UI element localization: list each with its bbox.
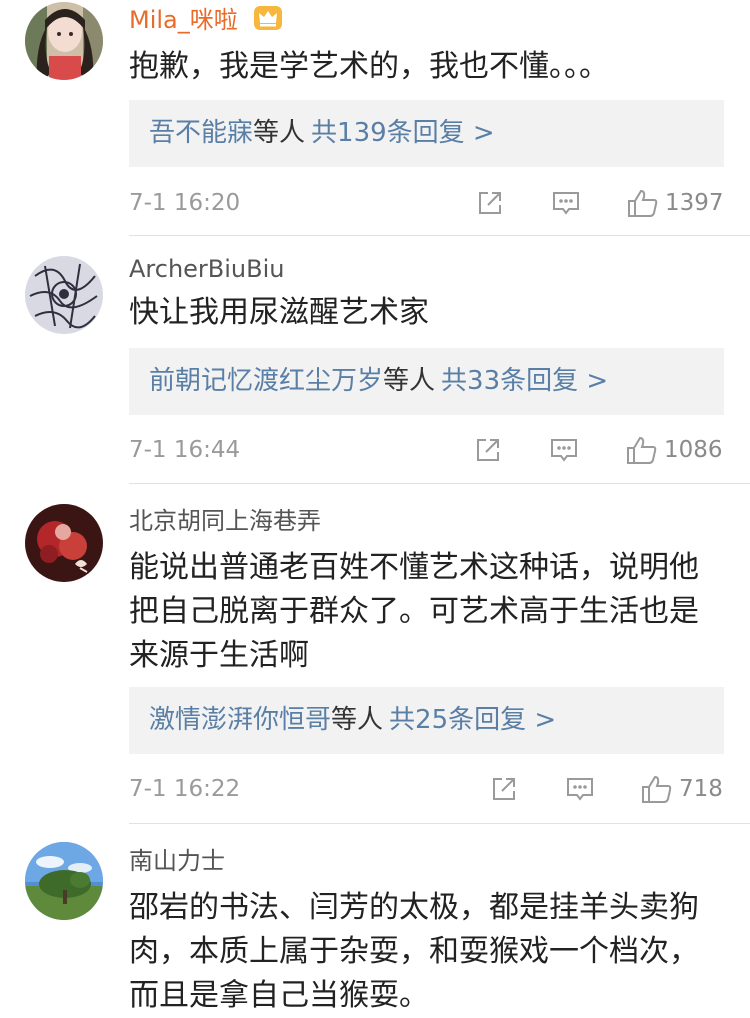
comment-text: 邵岩的书法、闫芳的太极，都是挂羊头卖狗肉，本质上属于杂耍，和耍猴戏一个档次，而且…: [129, 890, 699, 1013]
comment-button[interactable]: [552, 188, 580, 218]
comment-text: 抱歉，我是学艺术的，我也不懂。。。: [129, 49, 609, 84]
reply-summary[interactable]: 吾不能寐等人 共139条回复 >: [129, 100, 724, 167]
comment-icon: [553, 192, 579, 215]
comment-item: Mila_咪啦 抱歉，我是学艺术的，我也不懂。。。 吾不能寐等人 共139条回复 …: [0, 0, 750, 236]
thumbs-up-icon: [627, 436, 657, 464]
like-button[interactable]: 1086: [626, 435, 723, 465]
reply-suffix: 等人: [383, 366, 436, 396]
username[interactable]: 北京胡同上海巷弄: [129, 506, 321, 536]
share-button[interactable]: [475, 435, 501, 465]
reply-names[interactable]: 激情澎湃你恒哥: [149, 705, 331, 735]
thumbs-up-icon: [642, 775, 672, 803]
timestamp: 7-1 16:22: [129, 776, 241, 802]
reply-names[interactable]: 吾不能寐: [149, 118, 253, 148]
avatar[interactable]: [25, 2, 103, 80]
comment-item: 南山力士 邵岩的书法、闫芳的太极，都是挂羊头卖狗肉，本质上属于杂耍，和耍猴戏一个…: [0, 824, 750, 1015]
share-icon: [477, 439, 499, 461]
share-icon: [493, 778, 515, 800]
username[interactable]: Mila_咪啦: [129, 5, 283, 35]
timestamp: 7-1 16:44: [129, 437, 241, 463]
reply-summary[interactable]: 激情澎湃你恒哥等人 共25条回复 >: [129, 687, 724, 754]
reply-suffix: 等人: [331, 705, 384, 735]
username[interactable]: 南山力士: [129, 846, 225, 876]
reply-count-link[interactable]: 共33条回复 >: [441, 366, 608, 396]
crown-icon: [254, 6, 283, 30]
reply-summary[interactable]: 前朝记忆渡红尘万岁等人 共33条回复 >: [129, 348, 724, 415]
avatar[interactable]: [25, 256, 103, 334]
thumbs-up-icon: [628, 189, 658, 217]
reply-names[interactable]: 前朝记忆渡红尘万岁: [149, 366, 383, 396]
comment-button[interactable]: [550, 435, 578, 465]
username[interactable]: ArcherBiuBiu: [129, 254, 284, 284]
comment-meta: 7-1 16:20 1397: [129, 188, 729, 218]
comment-icon: [551, 439, 577, 462]
reply-count-link[interactable]: 共139条回复 >: [311, 118, 495, 148]
share-button[interactable]: [491, 774, 517, 804]
like-count: 1086: [664, 437, 723, 463]
reply-count-link[interactable]: 共25条回复 >: [389, 705, 556, 735]
avatar[interactable]: [25, 504, 103, 582]
username-text[interactable]: Mila_咪啦: [129, 6, 238, 34]
comment-text: 能说出普通老百姓不懂艺术这种话，说明他把自己脱离于群众了。可艺术高于生活也是来源…: [129, 550, 699, 673]
comment-text: 快让我用尿滋醒艺术家: [129, 295, 429, 330]
comment-button[interactable]: [566, 774, 594, 804]
comment-meta: 7-1 16:22 718: [129, 774, 729, 804]
comment-meta: 7-1 16:44 1086: [129, 435, 729, 465]
share-icon: [479, 192, 501, 214]
like-count: 718: [679, 776, 723, 802]
comment-item: ArcherBiuBiu 快让我用尿滋醒艺术家 前朝记忆渡红尘万岁等人 共33条回…: [0, 236, 750, 484]
comment-icon: [567, 778, 593, 801]
like-button[interactable]: 718: [641, 774, 723, 804]
like-count: 1397: [665, 190, 724, 216]
share-button[interactable]: [477, 188, 503, 218]
like-button[interactable]: 1397: [627, 188, 724, 218]
reply-suffix: 等人: [253, 118, 306, 148]
avatar[interactable]: [25, 842, 103, 920]
timestamp: 7-1 16:20: [129, 190, 241, 216]
comment-item: 北京胡同上海巷弄 能说出普通老百姓不懂艺术这种话，说明他把自己脱离于群众了。可艺…: [0, 484, 750, 824]
